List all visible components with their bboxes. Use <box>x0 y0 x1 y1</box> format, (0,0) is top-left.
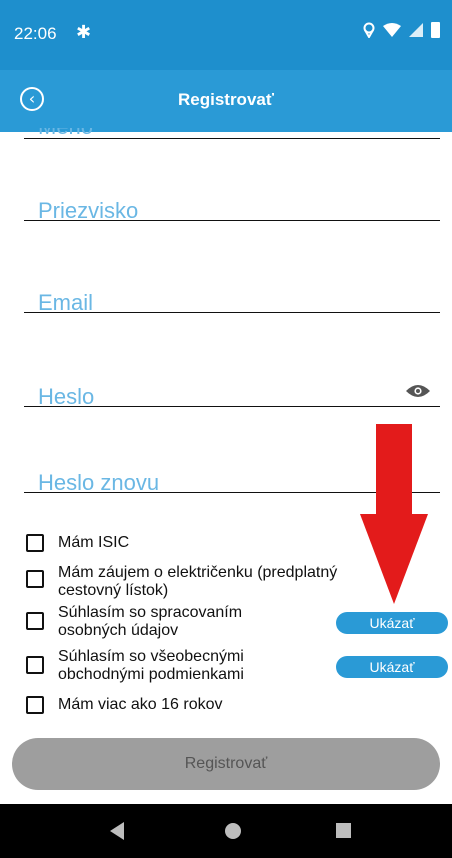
checkbox[interactable] <box>26 612 44 630</box>
red-arrow-annotation <box>360 424 428 604</box>
nav-recent-apps-icon[interactable] <box>336 823 351 838</box>
app-bar: ‹ Registrovať <box>0 70 452 132</box>
show-terms-button[interactable]: Ukázať <box>336 656 448 678</box>
gear-icon: ✱ <box>76 22 92 43</box>
surname-field[interactable]: Priezvisko <box>24 190 440 223</box>
checkbox-isic-label: Mám ISIC <box>58 534 130 551</box>
password-field[interactable]: Heslo <box>24 370 440 409</box>
checkbox-tram-pass-label: Mám záujem o električenku (predplatný ces… <box>58 564 338 599</box>
status-bar: 22:06 ✱ <box>0 0 452 70</box>
page-title: Registrovať <box>177 90 274 109</box>
email-field[interactable]: Email <box>24 280 440 315</box>
show-personal-data-button[interactable]: Ukázať <box>336 612 448 634</box>
name-field[interactable]: Meno <box>24 128 440 139</box>
checkbox-age[interactable]: Mám viac ako 16 rokov <box>26 696 223 714</box>
signal-icon <box>409 23 423 37</box>
nav-home-icon[interactable] <box>225 823 241 839</box>
nav-back-icon[interactable] <box>110 822 124 840</box>
checkbox[interactable] <box>26 570 44 588</box>
checkbox-terms[interactable]: Súhlasím so všeobecnými obchodnými podmie… <box>26 648 244 684</box>
battery-icon <box>431 22 440 38</box>
checkbox[interactable] <box>26 696 44 714</box>
register-button[interactable]: Registrovať <box>12 738 440 790</box>
checkbox[interactable] <box>26 534 44 552</box>
email-field-label: Email <box>38 290 94 315</box>
checkbox[interactable] <box>26 656 44 674</box>
checkbox-age-label: Mám viac ako 16 rokov <box>58 696 223 713</box>
location-icon <box>363 22 375 38</box>
checkbox-personal-data-label: Súhlasím so spracovaním osobných údajov <box>58 604 243 639</box>
checkbox-terms-label: Súhlasím so všeobecnými obchodnými podmie… <box>58 648 244 683</box>
name-field-label: Meno <box>38 128 93 138</box>
wifi-icon <box>383 23 401 37</box>
checkbox-isic[interactable]: Mám ISIC <box>26 534 129 552</box>
status-time: 22:06 <box>14 24 57 43</box>
system-icons <box>363 22 440 38</box>
surname-field-label: Priezvisko <box>38 198 139 223</box>
navigation-bar <box>0 804 452 858</box>
eye-icon[interactable] <box>406 384 430 398</box>
password-field-label: Heslo <box>38 384 95 409</box>
checkbox-personal-data[interactable]: Súhlasím so spracovaním osobných údajov <box>26 604 242 640</box>
password-repeat-field-label: Heslo znovu <box>38 470 160 495</box>
checkbox-tram-pass[interactable]: Mám záujem o električenku (predplatný ces… <box>26 564 337 600</box>
